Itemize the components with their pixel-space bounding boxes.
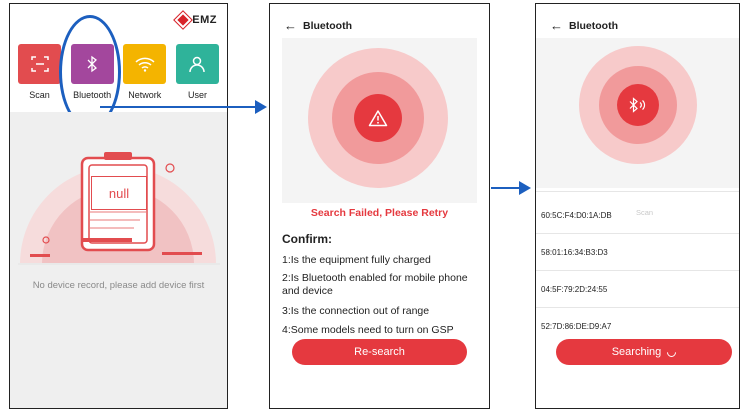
search-status: Search Failed, Please Retry <box>310 207 449 219</box>
user-icon <box>189 56 206 73</box>
tile-label-user: User <box>187 90 207 100</box>
device-item[interactable]: 04:5F:79:2D:24:55 <box>541 285 607 294</box>
device-item[interactable]: 52:7D:86:DE:D9:A7 <box>541 322 611 331</box>
tile-user[interactable]: User <box>174 44 221 100</box>
emz-logo: EMZ <box>173 10 217 30</box>
tile-network[interactable]: Network <box>121 44 168 100</box>
tip-2: 2:Is Bluetooth enabled for mobile phone … <box>282 272 468 297</box>
list-divider <box>536 307 739 308</box>
scan-label[interactable]: Scan <box>636 208 653 217</box>
home-screen: EMZ Scan Bluetooth Network User null No … <box>9 3 228 409</box>
tile-label-scan: Scan <box>29 90 50 100</box>
bluetooth-searching-icon <box>629 97 646 113</box>
list-divider <box>536 191 739 192</box>
page-title: Bluetooth <box>569 19 618 32</box>
screen-header: ← Bluetooth <box>284 18 352 33</box>
searching-button[interactable]: Searching <box>556 339 732 365</box>
tip-3: 3:Is the connection out of range <box>282 305 430 317</box>
radar-ring-inner <box>354 94 402 142</box>
device-item[interactable]: 58:01:16:34:B3:D3 <box>541 248 608 257</box>
network-tile-box[interactable] <box>123 44 167 84</box>
device-list-area: null <box>10 112 227 408</box>
radar-ring-inner <box>617 84 659 126</box>
searching-label: Searching <box>611 346 662 358</box>
list-divider <box>536 270 739 271</box>
tip-4: 4:Some models need to turn on GSP <box>282 324 454 336</box>
back-arrow-icon[interactable]: ← <box>284 18 297 33</box>
page-title: Bluetooth <box>303 19 352 32</box>
scan-tile-box[interactable] <box>18 44 61 84</box>
searching-screen: ← Bluetooth Scan 60:5C:F4:D0:1A:DB 58:01… <box>535 3 740 409</box>
loading-spinner-icon <box>665 345 679 359</box>
flow-arrow-2-head-icon <box>519 181 531 195</box>
empty-message: No device record, please add device firs… <box>32 280 205 291</box>
flow-arrow-1-head-icon <box>255 100 267 114</box>
warning-icon <box>368 110 388 127</box>
screen-header: ← Bluetooth <box>550 18 618 33</box>
brand-name: EMZ <box>192 14 217 26</box>
empty-device-illustration <box>18 152 220 265</box>
tile-scan[interactable]: Scan <box>16 44 63 100</box>
null-card-text: null <box>108 185 130 201</box>
list-divider <box>536 233 739 234</box>
emz-diamond-icon <box>173 10 194 30</box>
confirm-heading: Confirm: <box>282 232 332 246</box>
flow-arrow-1-connector <box>100 106 258 108</box>
null-card: null <box>91 176 147 210</box>
back-arrow-icon[interactable]: ← <box>550 18 563 33</box>
scan-icon <box>30 56 49 72</box>
re-search-button[interactable]: Re-search <box>292 339 467 365</box>
user-tile-box[interactable] <box>175 44 219 84</box>
wifi-icon <box>135 57 155 72</box>
tile-label-network: Network <box>128 90 162 100</box>
device-item[interactable]: 60:5C:F4:D0:1A:DB <box>541 211 612 220</box>
search-failed-screen: ← Bluetooth Search Failed, Please Retry … <box>269 3 490 409</box>
tip-1: 1:Is the equipment fully charged <box>282 254 431 266</box>
flow-arrow-2-connector <box>491 187 521 189</box>
